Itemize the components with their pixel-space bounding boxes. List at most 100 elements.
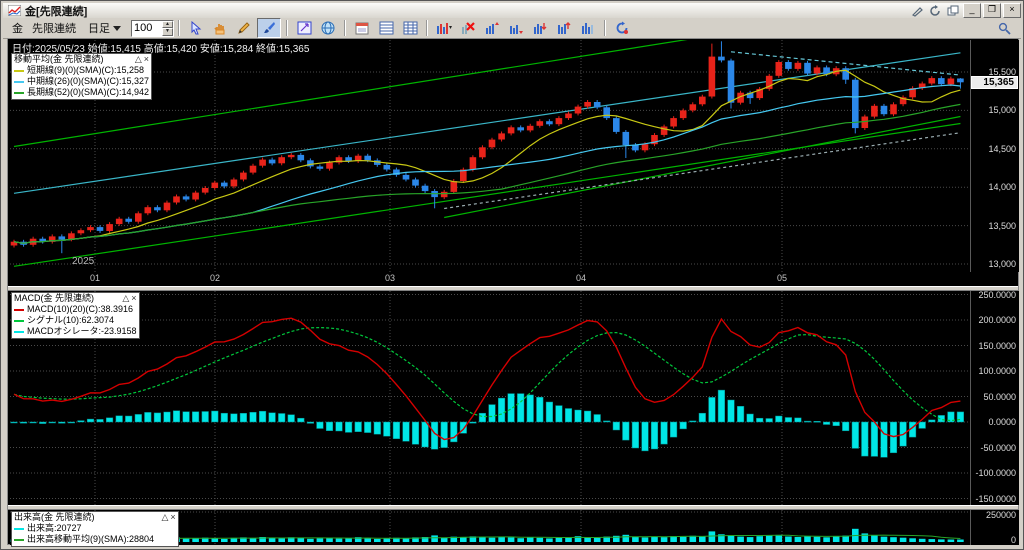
toolbar: 金 先限連続 日足 100 ▲ ▼ <box>3 18 1021 39</box>
restore-button[interactable]: ❐ <box>983 3 1001 18</box>
axis-tick-label: 100.0000 <box>978 366 1016 376</box>
bar-count-stepper[interactable]: 100 ▲ ▼ <box>131 19 174 37</box>
legend-swatch <box>14 80 24 83</box>
contract-label: 先限連続 <box>32 23 76 35</box>
chart-region: 2025 15,500 15,000 14,500 14,000 13,500 13,00… <box>7 38 1019 547</box>
axis-tick-label: 14,500 <box>988 143 1016 154</box>
volume-legend-items: 出来高:20727 出来高移動平均(9)(SMA):28804 <box>14 523 176 545</box>
pen-icon[interactable] <box>909 4 925 17</box>
time-tick-label: 01 <box>90 273 101 283</box>
refresh-chart-icon[interactable] <box>611 19 633 37</box>
remove-indicator-icon[interactable] <box>457 19 479 37</box>
period-value: 日足 <box>88 23 110 35</box>
ma-legend-title: 移動平均(金 先限連続) <box>14 54 104 64</box>
volume-legend-title: 出来高(金 先限連続) <box>14 512 95 522</box>
select-icon[interactable] <box>185 19 207 37</box>
legend-close-icon[interactable]: × <box>131 293 136 303</box>
current-price-tag: 15,365 <box>971 75 1018 89</box>
stepper-down-icon[interactable]: ▼ <box>162 28 173 36</box>
legend-label: MACD(10)(20)(C):38.3916 <box>27 304 134 314</box>
ma-legend: 移動平均(金 先限連続) △ × 短期線(9)(0)(SMA)(C):15,258… <box>11 53 153 100</box>
chart-icon <box>8 5 21 16</box>
pencil-icon[interactable] <box>233 19 255 37</box>
time-axis: 01 02 03 04 05 <box>10 272 970 286</box>
macd-plot[interactable] <box>10 291 970 505</box>
axis-tick-label: 150.0000 <box>978 340 1016 351</box>
axis-tick-label: 250000 <box>985 510 1016 520</box>
legend-collapse-icon[interactable]: △ <box>122 293 129 303</box>
legend-collapse-icon[interactable]: △ <box>162 512 169 522</box>
axis-tick-label: 0 <box>1010 535 1016 545</box>
axis-scale-icon[interactable] <box>293 19 315 37</box>
legend-swatch <box>14 319 24 322</box>
stepper-buttons[interactable]: ▲ ▼ <box>162 20 173 36</box>
legend-label: 短期線(9)(0)(SMA)(C):15,258 <box>27 65 145 75</box>
grid-icon[interactable] <box>399 19 421 37</box>
axis-tick-label: 13,000 <box>988 259 1016 269</box>
legend-swatch <box>14 69 24 72</box>
close-button[interactable]: × <box>1003 3 1021 18</box>
price-axis: 15,500 15,000 14,500 14,000 13,500 13,000 15,3… <box>970 40 1019 272</box>
indicator-layout-2-icon[interactable] <box>505 19 527 37</box>
indicator-layout-1-icon[interactable] <box>481 19 503 37</box>
legend-label: シグナル(10):62.3074 <box>27 315 115 325</box>
legend-item: 長期線(52)(0)(SMA)(C):14,942 <box>14 87 149 98</box>
volume-axis: 250000 0 <box>970 510 1019 545</box>
period-select[interactable]: 日足 <box>88 20 121 36</box>
legend-swatch <box>14 527 24 530</box>
time-tick-label: 04 <box>576 273 587 283</box>
candlestick-plot[interactable]: 2025 <box>10 40 970 272</box>
axis-tick-label: 200.0000 <box>978 315 1016 325</box>
window-title: 金[先限連続] <box>25 5 88 18</box>
axis-tick-label: -50.0000 <box>980 442 1016 453</box>
time-tick-label: 05 <box>777 273 788 283</box>
minimize-button[interactable]: _ <box>963 3 981 18</box>
legend-label: 中期線(26)(0)(SMA)(C):15,327 <box>27 76 150 86</box>
legend-item: 出来高移動平均(9)(SMA):28804 <box>14 534 176 545</box>
legend-close-icon[interactable]: × <box>170 512 175 522</box>
search-icon[interactable] <box>993 19 1015 37</box>
indicator-layout-4-icon[interactable] <box>553 19 575 37</box>
legend-item: 中期線(26)(0)(SMA)(C):15,327 <box>14 76 149 87</box>
chart-type-icon[interactable] <box>433 19 455 37</box>
stepper-up-icon[interactable]: ▲ <box>162 20 173 28</box>
svg-text:2025: 2025 <box>72 256 95 267</box>
indicator-layout-3-icon[interactable] <box>529 19 551 37</box>
copy-window-icon[interactable] <box>945 4 961 17</box>
legend-close-icon[interactable]: × <box>144 54 149 64</box>
symbol-label: 金 <box>12 23 23 35</box>
legend-swatch <box>14 308 24 311</box>
time-tick-label: 03 <box>385 273 396 283</box>
axis-tick-label: 14,000 <box>988 182 1016 193</box>
globe-icon[interactable] <box>317 19 339 37</box>
axis-tick-label: -100.0000 <box>975 468 1016 478</box>
macd-legend-title: MACD(金 先限連続) <box>14 293 94 303</box>
hand-icon[interactable] <box>209 19 231 37</box>
legend-label: 長期線(52)(0)(SMA)(C):14,942 <box>27 87 150 97</box>
title-bar[interactable]: 金[先限連続] _ ❐ × <box>3 3 1021 19</box>
macd-axis: 250.0000 200.0000 150.0000 100.0000 50.0000 0… <box>970 289 1019 505</box>
refresh-icon[interactable] <box>927 4 943 17</box>
axis-tick-label: 50.0000 <box>983 391 1016 402</box>
calendar-icon[interactable] <box>351 19 373 37</box>
macd-legend-items: MACD(10)(20)(C):38.3916 シグナル(10):62.3074 M… <box>14 304 137 337</box>
volume-legend: 出来高(金 先限連続) △ × 出来高:20727 出来高移動平均(9)(SMA):… <box>11 511 179 547</box>
chevron-down-icon <box>113 25 121 31</box>
axis-tick-label: 250.0000 <box>978 289 1016 300</box>
legend-collapse-icon[interactable]: △ <box>135 54 142 64</box>
indicator-layout-5-icon[interactable] <box>577 19 599 37</box>
axis-tick-label: -150.0000 <box>975 493 1016 504</box>
time-tick-label: 02 <box>210 273 221 283</box>
legend-item: 出来高:20727 <box>14 523 176 534</box>
hgrid-icon[interactable] <box>375 19 397 37</box>
axis-tick-label: 13,500 <box>988 220 1016 231</box>
axis-tick-label: 0.0000 <box>988 417 1016 427</box>
legend-label: 出来高移動平均(9)(SMA):28804 <box>27 534 155 544</box>
legend-swatch <box>14 330 24 333</box>
axis-tick-label: 15,000 <box>988 105 1016 116</box>
legend-item: MACDオシレータ:-23.9158 <box>14 326 137 337</box>
legend-item: MACD(10)(20)(C):38.3916 <box>14 304 137 315</box>
app-window: 金[先限連続] _ ❐ × 金 先限連続 日足 100 ▲ ▼ 2025 15,… <box>0 0 1024 550</box>
legend-swatch <box>14 538 24 541</box>
brush-icon[interactable] <box>257 18 281 38</box>
